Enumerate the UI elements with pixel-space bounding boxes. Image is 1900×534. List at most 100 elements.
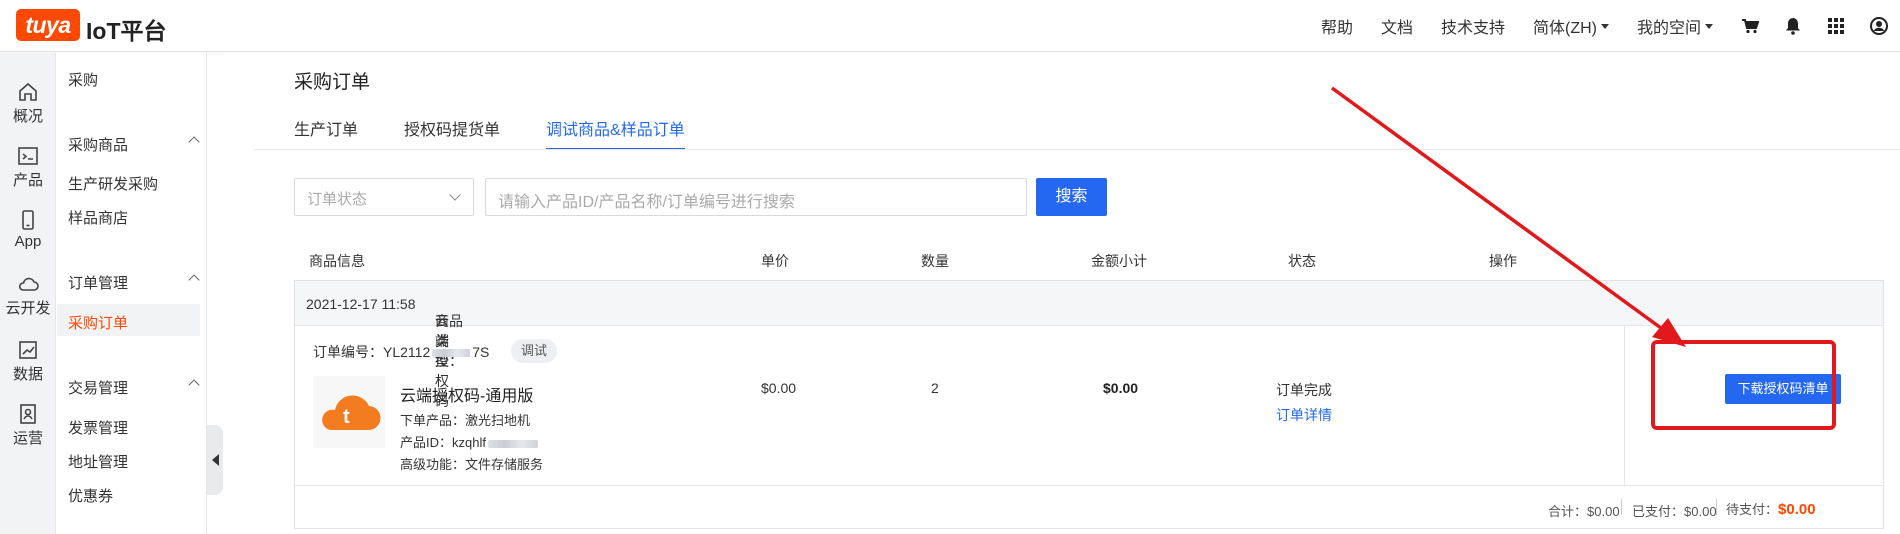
column-header: 状态 [1288, 253, 1316, 269]
secondary-menu: 采购 采购商品 生产研发采购 样品商店 订单管理 采购订单 交易管理 发票管理 … [57, 53, 207, 534]
tab-debug-sample-orders[interactable]: 调试商品&样品订单 [546, 116, 685, 150]
bell-icon[interactable] [1784, 17, 1802, 35]
order-tabs: 生产订单 授权码提货单 调试商品&样品订单 [294, 116, 731, 150]
operation-icon [17, 403, 39, 425]
rail-item-data[interactable]: 数据 [0, 339, 56, 384]
product-id-label: 产品ID： [400, 435, 453, 450]
order-status-select[interactable]: 订单状态 [294, 178, 474, 216]
tuya-logo[interactable]: tuya [16, 9, 80, 41]
menu-group-transaction-management[interactable]: 交易管理 [68, 377, 200, 398]
order-datetime: 2021-12-17 11:58 [306, 296, 416, 312]
menu-item-sample-store[interactable]: 样品商店 [68, 207, 128, 228]
chevron-up-icon [188, 274, 200, 286]
order-status-placeholder: 订单状态 [307, 191, 368, 208]
paid-value: $0.00 [1684, 504, 1717, 519]
product-id-value: kzqhlf [452, 435, 486, 450]
menu-item-address[interactable]: 地址管理 [68, 451, 128, 472]
cloud-logo-icon: t [322, 395, 381, 431]
table-header: 商品信息 单价 数量 金额小计 状态 操作 [294, 240, 1884, 280]
menu-item-coupon[interactable]: 优惠券 [68, 485, 113, 506]
column-header: 数量 [921, 253, 949, 269]
total-label: 合计： [1548, 504, 1588, 519]
order-row: 订单编号：YL2112 7S 调试 t 云端授权码-通用版 下单产品：激光扫地机 … [295, 326, 1883, 486]
menu-group-label: 采购商品 [68, 137, 129, 154]
icon-rail: 概况 产品 App 云开发 数据 运营 [0, 53, 56, 534]
rail-item-operation[interactable]: 运营 [0, 403, 56, 448]
menu-group-label: 交易管理 [68, 380, 129, 397]
debug-tag: 调试 [511, 339, 558, 363]
menu-group-label: 订单管理 [68, 275, 129, 292]
menu-title: 采购 [68, 72, 99, 89]
column-divider [1624, 326, 1625, 486]
chevron-down-icon [1705, 23, 1713, 29]
divider [1621, 499, 1622, 515]
order-number: 订单编号：YL2112 7S [313, 342, 489, 362]
chevron-down-icon [449, 189, 461, 201]
rail-item-product[interactable]: 产品 [0, 145, 56, 190]
rail-label: 云开发 [5, 300, 51, 317]
total-amount: 合计：$0.00 [1548, 501, 1620, 520]
collapse-sidebar-button[interactable] [207, 425, 223, 495]
due-value: $0.00 [1778, 501, 1816, 518]
tab-production-orders[interactable]: 生产订单 [294, 116, 358, 150]
order-number-prefix: YL2112 [383, 344, 431, 360]
space-label: 我的空间 [1636, 20, 1701, 37]
product-image: t [313, 376, 385, 448]
home-icon [17, 81, 39, 103]
column-header: 商品信息 [309, 253, 365, 269]
chart-icon [17, 339, 39, 361]
chevron-down-icon [1600, 23, 1609, 29]
menu-item-invoice[interactable]: 发票管理 [68, 417, 128, 438]
order-detail-link[interactable]: 订单详情 [1276, 405, 1332, 425]
column-header: 金额小计 [1091, 253, 1147, 269]
chevron-up-icon [188, 136, 200, 148]
order-number-suffix: 7S [472, 344, 490, 360]
menu-group-order-management[interactable]: 订单管理 [68, 272, 200, 293]
menu-group-purchase-goods[interactable]: 采购商品 [68, 134, 200, 155]
rail-item-cloud-dev[interactable]: 云开发 [0, 273, 56, 318]
docs-link[interactable]: 文档 [1381, 14, 1413, 38]
top-bar: tuya IoT平台 帮助 文档 技术支持 简体(ZH) 我的空间 [0, 0, 1900, 52]
order-card: 2021-12-17 11:58 商品类型： 云端授权码 订单编号：YL2112 7… [294, 280, 1884, 529]
order-status: 订单完成 [1276, 382, 1332, 398]
order-number-label: 订单编号： [313, 344, 383, 360]
space-dropdown[interactable]: 我的空间 [1637, 14, 1713, 38]
cart-icon[interactable] [1741, 17, 1759, 35]
chevron-left-icon [211, 454, 219, 466]
rail-item-app[interactable]: App [0, 209, 56, 250]
tab-divider [254, 149, 1900, 150]
rail-label: App [14, 233, 42, 250]
menu-item-production-purchase[interactable]: 生产研发采购 [68, 173, 158, 194]
help-link[interactable]: 帮助 [1321, 14, 1353, 38]
column-header: 单价 [761, 253, 789, 269]
order-header: 2021-12-17 11:58 商品类型： 云端授权码 [295, 281, 1883, 409]
search-button[interactable]: 搜索 [1036, 178, 1107, 216]
support-link[interactable]: 技术支持 [1441, 14, 1505, 38]
rail-label: 运营 [12, 430, 43, 447]
redacted-mask [487, 439, 538, 448]
redacted-mask [432, 349, 471, 358]
product-id: 产品ID：kzqhlf [400, 432, 540, 451]
terminal-icon [17, 145, 39, 167]
annotation-highlight-box [1651, 340, 1836, 430]
cloud-icon [17, 273, 39, 295]
due-label: 待支付： [1726, 502, 1779, 517]
rail-label: 数据 [12, 366, 43, 383]
main-content: 采购订单 生产订单 授权码提货单 调试商品&样品订单 订单状态 请输入产品ID/… [224, 53, 1900, 534]
total-value: $0.00 [1587, 504, 1620, 519]
page-title: 采购订单 [294, 72, 371, 93]
rail-item-overview[interactable]: 概况 [0, 81, 56, 126]
phone-icon [17, 209, 39, 231]
subtotal: $0.00 [1103, 380, 1139, 396]
apps-grid-icon[interactable] [1827, 17, 1845, 35]
ordered-product: 下单产品：激光扫地机 [400, 413, 531, 428]
menu-item-purchase-orders-label: 采购订单 [68, 315, 129, 332]
platform-name: IoT平台 [86, 18, 167, 44]
account-icon[interactable] [1870, 17, 1888, 35]
language-dropdown[interactable]: 简体(ZH) [1533, 14, 1609, 38]
order-totals: 合计：$0.00 已支付：$0.00 待支付：$0.00 [295, 486, 1883, 530]
product-name: 云端授权码-通用版 [400, 388, 534, 405]
tab-auth-code-orders[interactable]: 授权码提货单 [404, 116, 500, 150]
search-input[interactable]: 请输入产品ID/产品名称/订单编号进行搜索 [485, 178, 1027, 216]
advanced-feature: 高级功能：文件存储服务 [400, 457, 544, 472]
